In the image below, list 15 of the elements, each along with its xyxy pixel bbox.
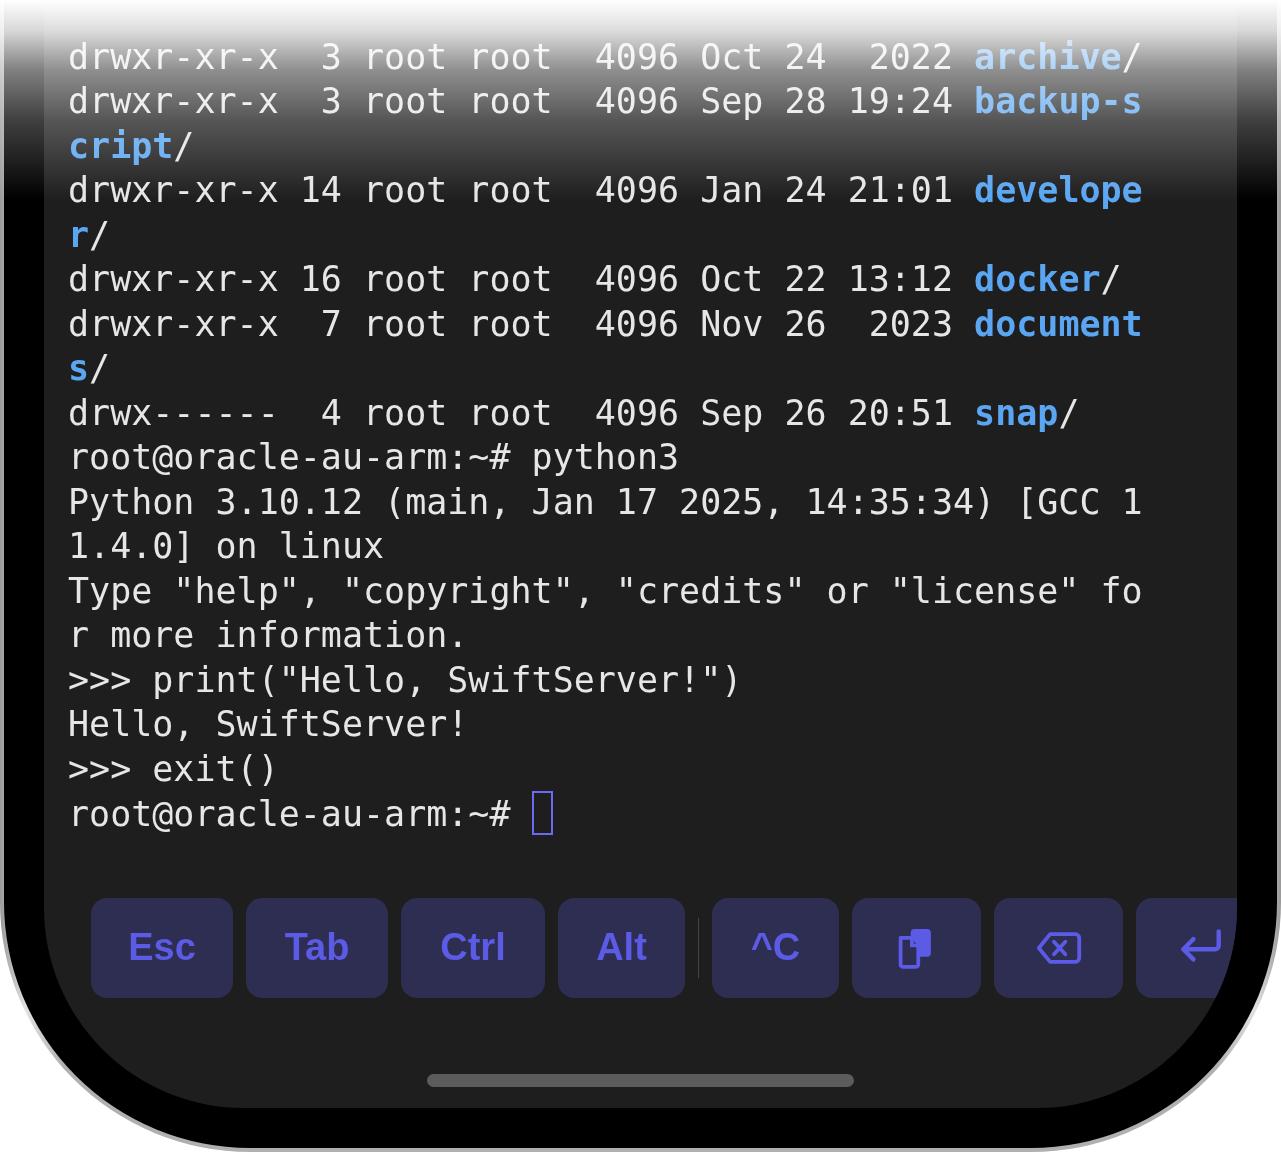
terminal-line: >>> exit(): [68, 747, 280, 791]
key-button[interactable]: Tab: [246, 897, 388, 998]
key-button[interactable]: Ctrl: [401, 897, 545, 998]
terminal-line: drwxr-xr-x 3 root root 4096 Oct 24 2022 archive/: [68, 35, 1144, 79]
terminal-line: Hello, SwiftServer!: [68, 703, 470, 746]
terminal-line: drwx------ 4 root root 4096 Sep 26 20:51 snap/: [68, 391, 1081, 435]
key-button[interactable]: Esc: [91, 897, 233, 998]
terminal-line: Type "help", "copyright", "credits" or "license" for more information.: [68, 569, 1144, 657]
terminal-line: Python 3.10.12 (main, Jan 17 2025, 14:35:34) [GCC 11.4.0] on linux: [68, 480, 1144, 568]
key-button[interactable]: ^C: [712, 897, 839, 998]
terminal-line: root@oracle-au-arm:~#: [68, 791, 1147, 837]
terminal-line: drwxr-xr-x 16 root root 4096 Oct 22 13:12 docker/: [68, 258, 1123, 301]
terminal-line: root@oracle-au-arm:~# python3: [68, 436, 681, 479]
key-button[interactable]: Alt: [558, 897, 685, 998]
terminal-line: >>> print("Hello, SwiftServer!"): [68, 658, 744, 702]
